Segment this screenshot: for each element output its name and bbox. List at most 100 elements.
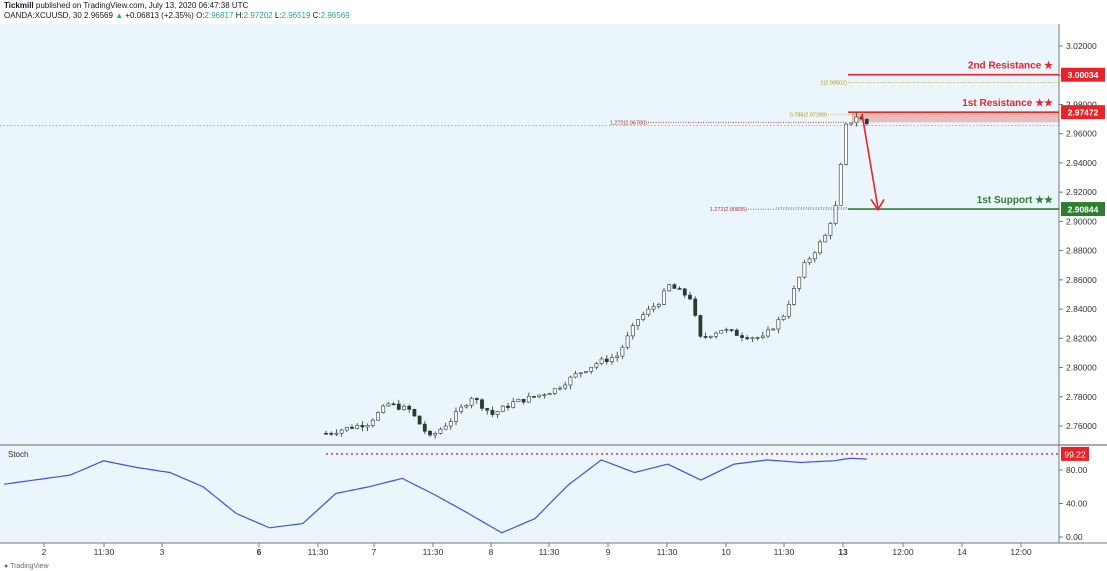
level-price-label: 2.90844 [1068, 205, 1099, 215]
candle [818, 239, 822, 256]
price-tick-label: 2.86000 [1066, 275, 1097, 285]
fib-label: 0.786(2.97298) [790, 113, 827, 119]
candle-body [381, 405, 386, 413]
candle-body [438, 428, 443, 434]
candle-body [506, 405, 510, 408]
candle-body [708, 336, 713, 338]
level-price-label: 3.00034 [1068, 70, 1099, 80]
candle-body [500, 405, 505, 412]
candle-body [818, 241, 822, 254]
candle-body [719, 330, 724, 334]
price-chart[interactable]: 3.020003.000002.980002.960002.940002.920… [0, 0, 1107, 571]
price-tick-label: 2.78000 [1066, 392, 1097, 402]
candle [802, 259, 807, 279]
candle-body [573, 373, 578, 378]
stoch-pane-background [0, 446, 1059, 543]
candle-body [604, 358, 609, 363]
candle-body [854, 116, 859, 124]
candle-body [646, 308, 651, 315]
time-tick-label: 13 [838, 547, 848, 557]
candle-body [792, 288, 796, 305]
price-tick-label: 2.80000 [1066, 363, 1097, 373]
candle-body [433, 433, 438, 436]
candle-body [578, 372, 583, 375]
stoch-tick-label: 80.00 [1066, 465, 1088, 475]
candle-body [776, 319, 781, 330]
price-tick-label: 3.02000 [1066, 41, 1097, 51]
candle-body [407, 405, 412, 410]
candle-body [376, 412, 380, 421]
candle-body [610, 357, 614, 363]
candle-body [662, 290, 666, 305]
tradingview-icon: ● [4, 563, 9, 570]
candle-body [526, 395, 531, 403]
candle-body [563, 384, 568, 389]
candle-body [329, 433, 334, 435]
candle-body [812, 252, 817, 260]
candle-body [667, 284, 672, 292]
candle [792, 285, 796, 306]
candle-body [771, 328, 776, 331]
candle-body [755, 337, 760, 339]
candle-body [698, 315, 703, 337]
candle-body [584, 371, 588, 374]
candle-body [672, 284, 677, 289]
time-tick-label: 3 [160, 547, 165, 557]
candle-body [485, 408, 490, 411]
candle-body [615, 355, 620, 358]
candle [376, 411, 380, 421]
candle-body [693, 298, 698, 316]
candle-body [521, 398, 526, 403]
level-price-label: 2.97472 [1068, 108, 1099, 118]
tradingview-logo: ● TradingView [4, 563, 49, 570]
candle-body [474, 398, 479, 401]
candle-body [558, 387, 562, 390]
candle-body [495, 411, 500, 415]
candle-body [350, 426, 354, 429]
candle-body [849, 122, 854, 125]
candle-body [490, 409, 495, 415]
price-tick-label: 2.92000 [1066, 187, 1097, 197]
candle [838, 162, 843, 206]
candle-body [807, 258, 812, 263]
candle-body [641, 314, 646, 320]
time-tick-label: 11:30 [774, 547, 795, 557]
time-tick-label: 10 [721, 547, 731, 557]
candle-body [391, 403, 396, 406]
candle-body [734, 329, 739, 336]
candle-body [656, 304, 661, 307]
fib-label: 1.272(2.96780) [610, 120, 647, 126]
level-name: 1st Support ★★ [977, 195, 1053, 206]
candle-body [838, 164, 843, 206]
candle-body [547, 393, 552, 395]
candle-body [844, 123, 848, 165]
candle-body [516, 398, 521, 402]
candle-body [568, 376, 573, 386]
candle [667, 283, 672, 292]
time-tick-label: 12:00 [892, 547, 914, 557]
candle-body [797, 276, 802, 289]
candle-body [428, 430, 432, 436]
time-tick-label: 14 [957, 547, 967, 557]
candle-body [828, 223, 833, 236]
candle [698, 314, 703, 338]
time-tick-label: 8 [489, 547, 494, 557]
time-tick-label: 11:30 [308, 547, 329, 557]
candle-body [786, 304, 791, 317]
price-tick-label: 2.90000 [1066, 216, 1097, 226]
candle [844, 122, 848, 166]
candle-body [677, 288, 682, 290]
fib-label: 1.272(2.90835) [710, 207, 747, 213]
time-tick-label: 11:30 [94, 547, 115, 557]
candle [417, 415, 422, 425]
candle-body [625, 335, 630, 348]
candle-body [402, 405, 406, 410]
candle-body [417, 415, 422, 425]
price-tick-label: 2.94000 [1066, 158, 1097, 168]
candle [516, 398, 521, 402]
candle-body [339, 429, 344, 434]
candle-body [760, 335, 765, 338]
candle-body [480, 399, 484, 409]
price-tick-label: 2.88000 [1066, 246, 1097, 256]
time-axis[interactable]: 2 11:30 3 6 11:30 7 11:30 8 11:30 9 11:30 10 11:30 13… [42, 543, 1032, 557]
